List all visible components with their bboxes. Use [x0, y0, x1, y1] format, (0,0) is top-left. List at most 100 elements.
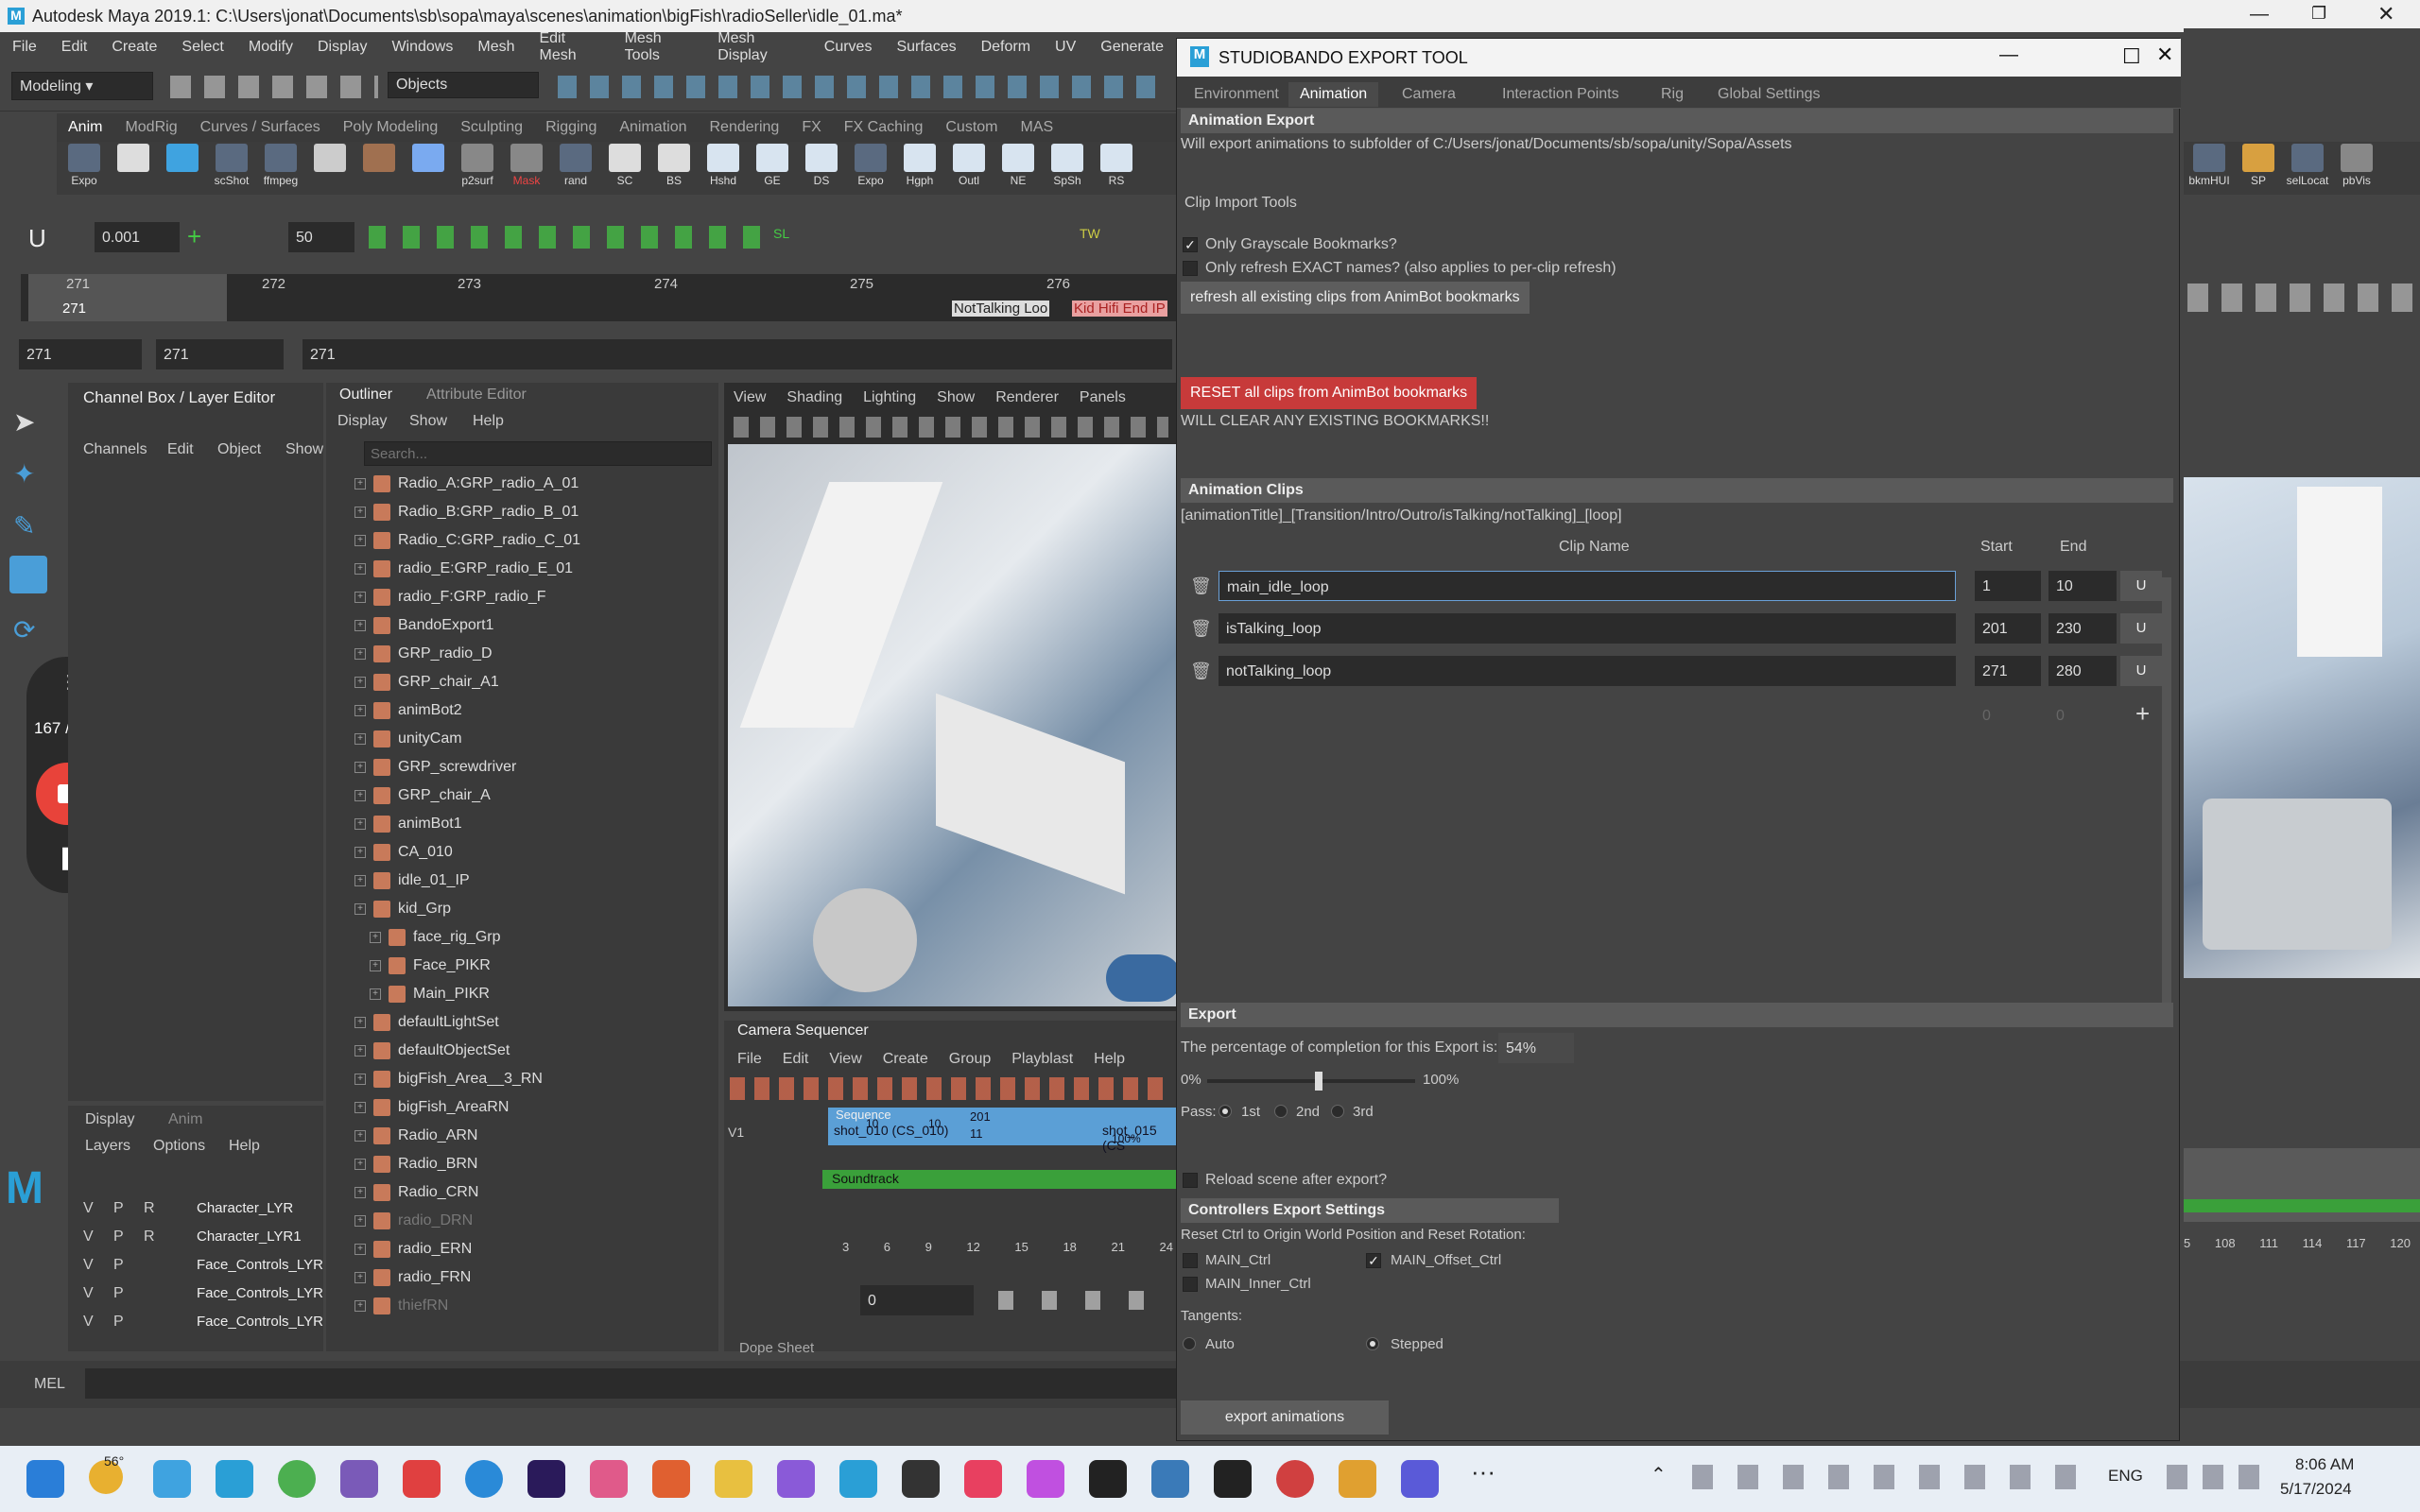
trash-icon[interactable]: 🗑 [1190, 619, 1212, 640]
move-tool-icon[interactable] [9, 556, 47, 593]
update-clip-button[interactable]: U [2120, 571, 2162, 601]
music-icon[interactable] [964, 1460, 1002, 1498]
shelf-btn-expo2[interactable]: Expo [849, 142, 892, 193]
shelf-btn-rand[interactable]: rand [554, 142, 597, 193]
soundtrack-bar[interactable]: Soundtrack [822, 1170, 1176, 1189]
tab-rig[interactable]: Rig [1650, 82, 1695, 107]
slack-icon[interactable] [590, 1460, 628, 1498]
menu-mesh-tools[interactable]: Mesh Tools [625, 30, 694, 64]
outliner-item[interactable]: + GRP_radio_D [354, 645, 704, 674]
shelf-btn-sc[interactable]: SC [603, 142, 647, 193]
outliner-item[interactable]: + Radio_C:GRP_radio_C_01 [354, 532, 704, 560]
dialog-maximize-icon[interactable]: ☐ [2122, 44, 2141, 69]
channels-menu[interactable]: Channels [83, 441, 147, 458]
shelf-btn-film[interactable] [357, 142, 401, 193]
shelf-tab-modrig[interactable]: ModRig [125, 119, 177, 136]
layer-row[interactable]: V P Face_Controls_LYR [76, 1257, 323, 1285]
layers-menu[interactable]: Layers [85, 1138, 130, 1155]
expand-icon[interactable]: + [354, 705, 366, 716]
trash-icon[interactable]: 🗑 [1190, 576, 1212, 597]
cs-file-menu[interactable]: File [737, 1051, 762, 1068]
outliner-item[interactable]: + unityCam [354, 730, 704, 759]
clip-end-input[interactable]: 10 [2048, 571, 2117, 601]
right-3d-view[interactable] [2184, 477, 2420, 978]
snap-icons[interactable] [558, 76, 1163, 98]
outliner-show-menu[interactable]: Show [409, 413, 447, 430]
outliner-item[interactable]: + thiefRN [354, 1297, 704, 1326]
mode-dropdown[interactable]: Modeling ▾ [11, 72, 153, 100]
shelf-btn-star[interactable] [406, 142, 450, 193]
expand-icon[interactable]: + [354, 1272, 366, 1283]
reload-scene-checkbox[interactable] [1183, 1173, 1198, 1188]
range-start-field[interactable]: 271 [156, 339, 284, 369]
expand-icon[interactable]: + [354, 1215, 366, 1227]
vp-view-menu[interactable]: View [734, 389, 766, 406]
cs-view-menu[interactable]: View [829, 1051, 861, 1068]
outliner-item[interactable]: + radio_F:GRP_radio_F [354, 589, 704, 617]
file-icons[interactable] [170, 76, 378, 98]
selection-mask-dropdown[interactable]: Objects [388, 72, 539, 98]
shelf-tab-rendering[interactable]: Rendering [710, 119, 780, 136]
attribute-editor-tab[interactable]: Attribute Editor [426, 387, 527, 404]
system-icons[interactable] [2167, 1465, 2271, 1489]
shelf-btn-ne[interactable]: NE [996, 142, 1040, 193]
menu-display[interactable]: Display [318, 39, 367, 56]
outliner-item[interactable]: + Radio_ARN [354, 1127, 704, 1156]
app-icon[interactable] [652, 1460, 690, 1498]
tab-environment[interactable]: Environment [1183, 82, 1290, 107]
clip-end-input[interactable]: 230 [2048, 613, 2117, 644]
outliner-item[interactable]: + Face_PIKR [354, 957, 704, 986]
trash-icon[interactable]: 🗑 [1190, 662, 1212, 682]
expand-icon[interactable]: + [354, 1017, 366, 1028]
expand-icon[interactable]: + [370, 932, 381, 943]
expand-icon[interactable]: + [354, 733, 366, 745]
outliner-item[interactable]: + animBot1 [354, 816, 704, 844]
outliner-help-menu[interactable]: Help [473, 413, 504, 430]
cb-object-menu[interactable]: Object [217, 441, 261, 458]
clip-name-input[interactable]: notTalking_loop [1219, 656, 1956, 686]
shelf-tab-rigging[interactable]: Rigging [545, 119, 596, 136]
cs-edit-menu[interactable]: Edit [783, 1051, 809, 1068]
expand-icon[interactable]: + [370, 988, 381, 1000]
paint-tool-icon[interactable]: ✎ [13, 510, 35, 541]
clip-name-input[interactable]: main_idle_loop [1219, 571, 1956, 601]
tab-interaction-points[interactable]: Interaction Points [1491, 82, 1631, 107]
clip-list-scrollbar[interactable] [2162, 577, 2171, 1022]
completion-slider[interactable] [1207, 1072, 1415, 1091]
clip-name-input[interactable]: isTalking_loop [1219, 613, 1956, 644]
shelf-btn-camera[interactable] [308, 142, 352, 193]
layer-help-menu[interactable]: Help [229, 1138, 260, 1155]
layer-tab-display[interactable]: Display [85, 1111, 134, 1128]
expand-icon[interactable]: + [354, 592, 366, 603]
completion-slider-handle[interactable] [1315, 1072, 1323, 1091]
completion-value[interactable]: 54% [1498, 1033, 1574, 1063]
menu-mesh-display[interactable]: Mesh Display [717, 30, 800, 64]
expand-icon[interactable]: + [354, 1244, 366, 1255]
shelf-tab-fx-caching[interactable]: FX Caching [844, 119, 924, 136]
outliner-item[interactable]: + bigFish_AreaRN [354, 1099, 704, 1127]
menu-surfaces[interactable]: Surfaces [896, 39, 956, 56]
outliner-item[interactable]: + Radio_A:GRP_radio_A_01 [354, 475, 704, 504]
viewport-toolbar-icons[interactable] [734, 417, 1168, 438]
main-ctrl-checkbox[interactable] [1183, 1253, 1198, 1268]
edge-icon[interactable] [465, 1460, 503, 1498]
range-bar[interactable]: 271 [302, 339, 1172, 369]
shelf-btn-outl[interactable]: Outl [947, 142, 991, 193]
menu-edit-mesh[interactable]: Edit Mesh [539, 30, 599, 64]
percent-field[interactable]: 50 [288, 222, 354, 252]
outliner-item[interactable]: + radio_ERN [354, 1241, 704, 1269]
step-value-field[interactable]: 0.001 [95, 222, 180, 252]
shelf-tab-mas[interactable]: MAS [1021, 119, 1054, 136]
menu-mesh[interactable]: Mesh [477, 39, 514, 56]
outliner-item[interactable]: + GRP_screwdriver [354, 759, 704, 787]
expand-icon[interactable]: + [370, 960, 381, 971]
camseq-frame-field[interactable]: 0 [860, 1285, 974, 1315]
app-icon[interactable] [777, 1460, 815, 1498]
expand-icon[interactable]: + [354, 1045, 366, 1057]
app-icon[interactable] [1401, 1460, 1439, 1498]
restore-icon[interactable]: ❐ [2311, 4, 2326, 24]
shelf-tab-custom[interactable]: Custom [945, 119, 997, 136]
shelf-tab-poly[interactable]: Poly Modeling [343, 119, 439, 136]
menu-create[interactable]: Create [112, 39, 157, 56]
start-icon[interactable] [26, 1460, 64, 1498]
